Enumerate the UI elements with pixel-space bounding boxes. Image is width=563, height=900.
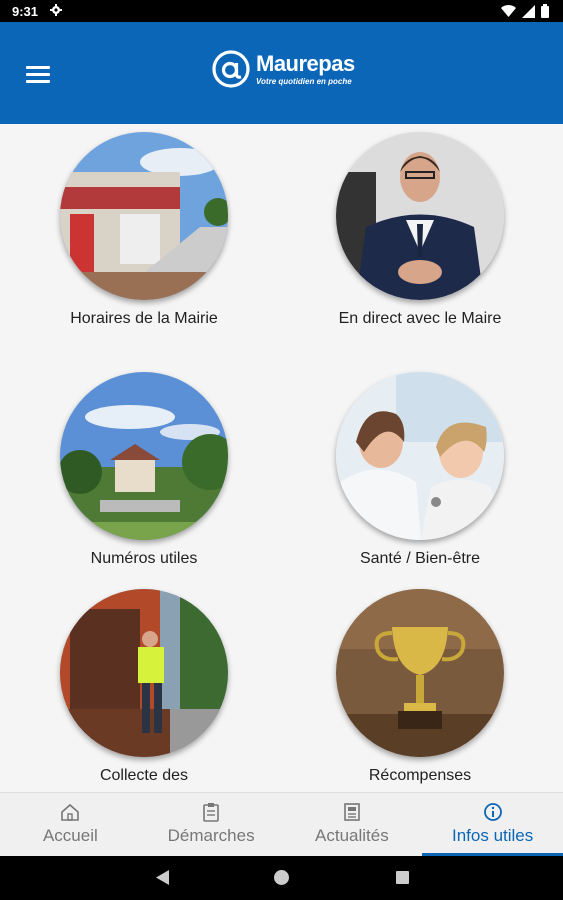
doctor-child-photo — [336, 372, 504, 540]
newspaper-icon — [344, 803, 360, 821]
status-icons — [501, 4, 549, 18]
nav-label: Infos utiles — [451, 826, 534, 845]
info-grid: Horaires de la Mairie En direct avec le … — [0, 124, 563, 792]
wifi-icon — [501, 5, 516, 17]
at-sign-logo-icon — [212, 50, 250, 88]
recent-apps-icon[interactable] — [396, 871, 409, 884]
tile-numeros-utiles[interactable]: Numéros utiles — [24, 372, 264, 570]
nav-accueil[interactable]: Accueil — [0, 793, 141, 856]
nav-label: Accueil — [42, 826, 98, 845]
signal-icon — [522, 4, 535, 18]
town-hall-photo — [60, 132, 228, 300]
tile-recompenses[interactable]: Récompenses — [300, 589, 540, 787]
tile-label: Santé / Bien-être — [359, 550, 481, 567]
tile-collecte-dechets[interactable]: Collecte des — [24, 589, 264, 787]
home-button-icon[interactable] — [274, 870, 289, 885]
tile-label: En direct avec le Maire — [338, 310, 502, 327]
battery-icon — [541, 4, 549, 18]
nav-label: Démarches — [167, 826, 255, 845]
status-bar: 9:31 — [0, 0, 563, 22]
system-nav-bar — [0, 856, 563, 900]
clipboard-icon — [203, 803, 219, 822]
mayor-portrait-photo — [336, 132, 504, 300]
nav-demarches[interactable]: Démarches — [141, 793, 282, 856]
tile-label: Collecte des — [99, 767, 189, 784]
tile-label: Numéros utiles — [90, 550, 198, 567]
back-icon[interactable] — [156, 870, 169, 885]
settings-icon — [50, 4, 62, 16]
bottom-nav: Accueil Démarches Actualités Infos utile… — [0, 792, 563, 856]
app-bar: Maurepas Votre quotidien en poche — [0, 22, 563, 124]
town-view-photo — [60, 372, 228, 540]
tile-label: Récompenses — [368, 767, 472, 784]
home-icon — [61, 803, 80, 821]
tile-direct-maire[interactable]: En direct avec le Maire — [300, 132, 540, 330]
waste-collection-photo — [60, 589, 228, 757]
status-time: 9:31 — [12, 4, 39, 19]
nav-actualites[interactable]: Actualités — [282, 793, 423, 856]
nav-infos-utiles[interactable]: Infos utiles — [422, 793, 563, 856]
trophy-photo — [336, 589, 504, 757]
info-icon — [483, 803, 502, 821]
tile-horaires-mairie[interactable]: Horaires de la Mairie — [24, 132, 264, 330]
app-logo: Maurepas Votre quotidien en poche — [211, 49, 355, 89]
nav-label: Actualités — [315, 826, 389, 845]
tile-sante-bien-etre[interactable]: Santé / Bien-être — [300, 372, 540, 570]
tile-label: Horaires de la Mairie — [70, 310, 218, 327]
logo-name: Maurepas — [256, 50, 355, 76]
menu-icon[interactable] — [26, 66, 50, 84]
logo-tagline: Votre quotidien en poche — [256, 76, 352, 86]
